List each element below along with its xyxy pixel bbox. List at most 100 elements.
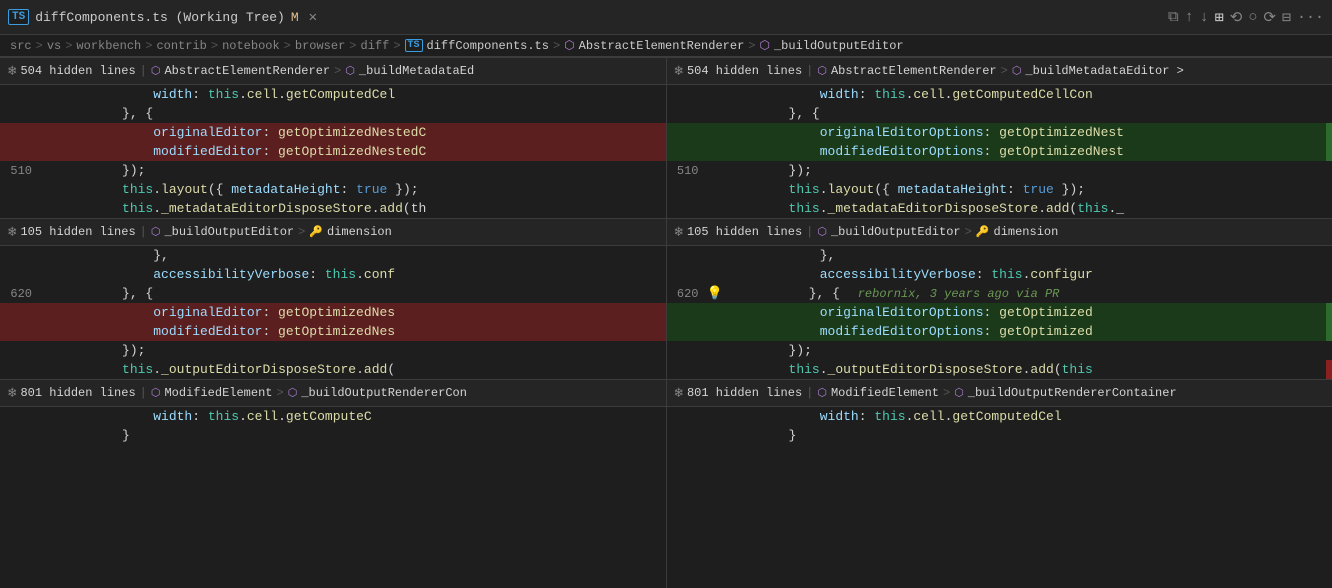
toolbar-actions: ⧉ ↑ ↓ ⊞ ⟲ ○ ⟳ ⊟ ··· [1168, 8, 1324, 27]
right-lc-7: }, [707, 248, 1332, 263]
right-lc-6: this._metadataEditorDisposeStore.add(thi… [707, 201, 1332, 216]
left-snowflake-2: ❄ [8, 224, 16, 241]
right-line-orig-added-2: originalEditorOptions: getOptimized [667, 303, 1332, 322]
left-lc-14: } [40, 428, 666, 443]
right-lc-2: }, { [707, 106, 1332, 121]
sep5: > [284, 39, 291, 53]
left-line-brace1: }, { [0, 104, 666, 123]
right-line-width1: width: this.cell.getComputedCellCon [667, 85, 1332, 104]
left-lc-10: modifiedEditor: getOptimizedNes [40, 324, 660, 339]
left-hidden-bar-2[interactable]: ❄ 105 hidden lines | ⬡ _buildOutputEdito… [0, 218, 666, 246]
left-line-comma: }, [0, 246, 666, 265]
right-lc-5: this.layout({ metadataHeight: true }); [707, 182, 1332, 197]
breadcrumb-class[interactable]: AbstractElementRenderer [579, 39, 745, 53]
left-line-width1: width: this.cell.getComputedCel [0, 85, 666, 104]
right-method-icon-3: ⬡ [954, 386, 964, 400]
bulb-icon[interactable]: 💡 [707, 286, 723, 301]
breadcrumb-method[interactable]: _buildOutputEditor [774, 39, 904, 53]
left-lc-620: }, { [40, 286, 666, 301]
right-pipe-2: | [806, 225, 813, 239]
right-line-layout: this.layout({ metadataHeight: true }); [667, 180, 1332, 199]
right-key-2: dimension [994, 225, 1059, 239]
left-class-1: AbstractElementRenderer [164, 64, 330, 78]
more-icon[interactable]: ··· [1297, 9, 1324, 26]
breadcrumb-workbench[interactable]: workbench [76, 39, 141, 53]
right-line-meta: this._metadataEditorDisposeStore.add(thi… [667, 199, 1332, 218]
right-gutter-added-2 [1326, 142, 1332, 161]
right-lc-14: } [707, 428, 1332, 443]
sep7: > [393, 39, 400, 53]
left-lc-11: }); [40, 343, 666, 358]
right-lc-620: }, { rebornix, 3 years ago via PR [727, 286, 1332, 301]
left-pane: ❄ 504 hidden lines | ⬡ AbstractElementRe… [0, 57, 666, 588]
breadcrumb-browser[interactable]: browser [295, 39, 345, 53]
breadcrumb-notebook[interactable]: notebook [222, 39, 280, 53]
right-pane: ❄ 504 hidden lines | ⬡ AbstractElementRe… [666, 57, 1332, 588]
right-method-3: _buildOutputRendererContainer [968, 386, 1177, 400]
right-line-510: 510 }); [667, 161, 1332, 180]
sep8: > [553, 39, 560, 53]
copy-icon[interactable]: ⧉ [1168, 8, 1179, 26]
left-ln-510: 510 [0, 164, 40, 178]
sep2: > [65, 39, 72, 53]
right-gutter-removed-end [1326, 360, 1332, 379]
left-line-orig-removed-2: originalEditor: getOptimizedNes [0, 303, 666, 322]
right-hidden-bar-3[interactable]: ❄ 801 hidden lines | ⬡ ModifiedElement >… [667, 379, 1332, 407]
right-line-brace1: }, { [667, 104, 1332, 123]
breadcrumb-vs[interactable]: vs [47, 39, 61, 53]
down-icon[interactable]: ↓ [1200, 9, 1209, 26]
blame-annotation: rebornix, 3 years ago via PR [858, 287, 1060, 301]
left-method-1: _buildMetadataEd [359, 64, 474, 78]
right-lc-10: modifiedEditorOptions: getOptimized [707, 324, 1332, 339]
file-name: diffComponents.ts (Working Tree) [35, 10, 285, 25]
left-line-mod-removed-2: modifiedEditor: getOptimizedNes [0, 322, 666, 341]
left-line-meta: this._metadataEditorDisposeStore.add(th [0, 199, 666, 218]
close-tab-button[interactable]: ✕ [305, 7, 321, 28]
right-lc-4: modifiedEditorOptions: getOptimizedNest [707, 144, 1332, 159]
left-lc-5: this.layout({ metadataHeight: true }); [40, 182, 666, 197]
left-lc-510: }); [40, 163, 666, 178]
left-lc-3: originalEditor: getOptimizedNestedC [40, 125, 660, 140]
up-icon[interactable]: ↑ [1185, 9, 1194, 26]
left-hidden-bar-1[interactable]: ❄ 504 hidden lines | ⬡ AbstractElementRe… [0, 57, 666, 85]
circle-icon[interactable]: ○ [1248, 9, 1257, 26]
right-lc-9: originalEditorOptions: getOptimized [707, 305, 1332, 320]
modified-badge: M [291, 10, 299, 25]
left-line-mod-removed: modifiedEditor: getOptimizedNestedC [0, 142, 666, 161]
right-snowflake-2: ❄ [675, 224, 683, 241]
right-hidden-count-2: 105 hidden lines [687, 225, 802, 239]
left-snowflake-1: ❄ [8, 63, 16, 80]
back-icon[interactable]: ⟲ [1230, 8, 1243, 27]
left-line-output: this._outputEditorDisposeStore.add( [0, 360, 666, 379]
left-class-icon-3: ⬡ [151, 386, 161, 400]
left-pipe-1: | [140, 64, 147, 78]
right-hidden-bar-1[interactable]: ❄ 504 hidden lines | ⬡ AbstractElementRe… [667, 57, 1332, 85]
forward-icon[interactable]: ⟳ [1263, 8, 1276, 27]
left-lc-2: }, { [40, 106, 666, 121]
right-hidden-bar-2[interactable]: ❄ 105 hidden lines | ⬡ _buildOutputEdito… [667, 218, 1332, 246]
breadcrumb-contrib[interactable]: contrib [156, 39, 206, 53]
right-snowflake-1: ❄ [675, 63, 683, 80]
bookmark-icon[interactable]: ⊞ [1215, 8, 1224, 27]
left-line-510: 510 }); [0, 161, 666, 180]
right-code-1: width: this.cell.getComputedCellCon }, {… [667, 85, 1332, 218]
breadcrumb-filename[interactable]: diffComponents.ts [427, 39, 549, 53]
left-line-layout: this.layout({ metadataHeight: true }); [0, 180, 666, 199]
sep6: > [349, 39, 356, 53]
breadcrumb-diff[interactable]: diff [361, 39, 390, 53]
right-ln-620: 620 [667, 287, 707, 301]
breadcrumb-src[interactable]: src [10, 39, 32, 53]
left-method-2: _buildOutputEditor [164, 225, 294, 239]
right-lc-11: }); [707, 343, 1332, 358]
right-line-output: this._outputEditorDisposeStore.add(this [667, 360, 1332, 379]
left-line-orig-removed: originalEditor: getOptimizedNestedC [0, 123, 666, 142]
left-hidden-bar-3[interactable]: ❄ 801 hidden lines | ⬡ ModifiedElement >… [0, 379, 666, 407]
right-class-3: ModifiedElement [831, 386, 939, 400]
right-line-mod-added: modifiedEditorOptions: getOptimizedNest [667, 142, 1332, 161]
sep1: > [36, 39, 43, 53]
left-line-620: 620 }, { [0, 284, 666, 303]
layout-icon[interactable]: ⊟ [1282, 8, 1291, 27]
left-line-access: accessibilityVerbose: this.conf [0, 265, 666, 284]
left-code-1: width: this.cell.getComputedCel }, { ori… [0, 85, 666, 218]
left-key-2: dimension [327, 225, 392, 239]
